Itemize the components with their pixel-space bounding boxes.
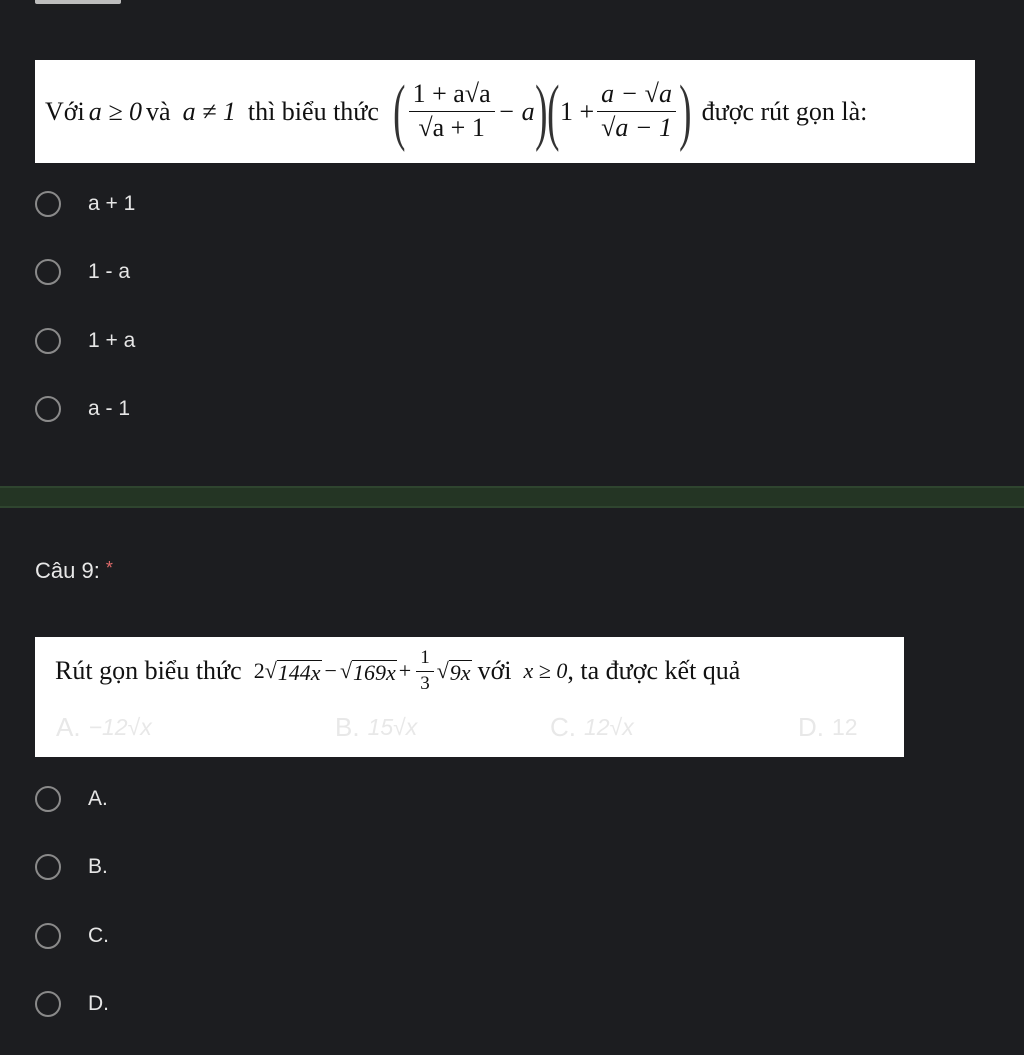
q9-choice-a: A. −12√x (56, 712, 152, 743)
q8-prefix: Với (45, 96, 85, 126)
q9-term3-radicand: 9x (448, 659, 472, 685)
q9-option-a[interactable]: A. (35, 781, 108, 817)
choice-letter: A. (56, 712, 81, 742)
previous-question-title-fragment (35, 0, 121, 4)
option-label: B. (88, 855, 108, 878)
right-paren: ) (679, 70, 692, 153)
q9-choice-d: D. 12 (798, 712, 858, 743)
q8-condition-2: a ≠ 1 (182, 96, 236, 126)
q9-fraction-denominator: 3 (420, 672, 430, 694)
q9-minus: − (324, 658, 337, 683)
q9-with: với (477, 656, 512, 685)
option-label: 1 - a (88, 260, 131, 283)
choice-letter: C. (550, 712, 576, 742)
choice-value: 12 (832, 714, 858, 740)
q9-choice-c: C. 12√x (550, 712, 634, 743)
q8-fraction-2: a − √a √a − 1 (597, 80, 676, 142)
q9-prefix: Rút gọn biểu thức (55, 656, 242, 685)
q8-fraction-1-numerator: 1 + a√a (408, 80, 495, 112)
q8-and: và (146, 96, 171, 126)
q9-option-d[interactable]: D. (35, 986, 109, 1022)
section-divider (0, 486, 1024, 508)
q8-option-1[interactable]: a + 1 (35, 186, 135, 222)
q8-minus-a: − a (497, 96, 535, 126)
q9-condition: x ≥ 0 (523, 658, 568, 683)
q9-term1-sqrt: √ 144x (264, 658, 322, 685)
q9-term2-sqrt: √ 169x (339, 658, 397, 685)
left-paren: ( (547, 70, 560, 153)
option-label: a - 1 (88, 397, 131, 420)
radio-button[interactable] (35, 923, 61, 949)
radio-button[interactable] (35, 854, 61, 880)
q8-middle-text: thì biểu thức (247, 96, 379, 126)
q9-fraction-numerator: 1 (416, 647, 434, 672)
question-title-text: Câu 9: (35, 558, 100, 583)
q8-fraction-1-denominator: √a + 1 (418, 113, 485, 142)
radio-button[interactable] (35, 991, 61, 1017)
option-label: a + 1 (88, 192, 136, 215)
q9-option-b[interactable]: B. (35, 849, 108, 885)
choice-value: −12√x (88, 714, 152, 740)
q9-fraction: 1 3 (416, 647, 434, 695)
q9-choice-b: B. 15√x (335, 712, 417, 743)
q8-option-2[interactable]: 1 - a (35, 254, 130, 290)
choice-letter: D. (798, 712, 824, 742)
option-label: C. (88, 924, 109, 947)
radio-button[interactable] (35, 396, 61, 422)
q8-option-4[interactable]: a - 1 (35, 391, 130, 427)
q8-fraction-2-numerator: a − √a (597, 80, 676, 112)
option-label: 1 + a (88, 329, 136, 352)
q8-fraction-2-denominator: √a − 1 (601, 113, 672, 142)
radio-button[interactable] (35, 328, 61, 354)
left-paren: ( (393, 70, 406, 153)
radio-button[interactable] (35, 786, 61, 812)
option-label: D. (88, 992, 109, 1015)
q9-term1-coef: 2 (253, 658, 265, 683)
q9-plus: + (398, 658, 412, 683)
q9-term1-radicand: 144x (276, 659, 322, 685)
choice-value: 12√x (584, 714, 634, 740)
q9-suffix: , ta được kết quả (567, 656, 741, 685)
choice-letter: B. (335, 712, 360, 742)
q9-term2-radicand: 169x (352, 659, 397, 685)
q9-term3-sqrt: √ 9x (436, 658, 472, 685)
question-9-title: Câu 9: * (35, 558, 113, 584)
question-8-image: Với a ≥ 0 và a ≠ 1 thì biểu thức ( 1 + a… (35, 60, 975, 163)
option-label: A. (88, 787, 108, 810)
radio-button[interactable] (35, 191, 61, 217)
choice-value: 15√x (367, 714, 418, 740)
q8-fraction-1: 1 + a√a √a + 1 (408, 80, 495, 142)
q8-option-3[interactable]: 1 + a (35, 323, 135, 359)
q8-one-plus: 1 + (559, 96, 595, 126)
right-paren: ) (534, 70, 548, 153)
radio-button[interactable] (35, 259, 61, 285)
q8-condition-1: a ≥ 0 (88, 96, 143, 126)
question-9-image: Rút gọn biểu thức 2 √ 144x − √ 169x + 1 3 … (35, 637, 904, 757)
q9-option-c[interactable]: C. (35, 918, 109, 954)
required-asterisk: * (105, 558, 113, 578)
q8-suffix: được rút gọn là: (701, 96, 868, 126)
